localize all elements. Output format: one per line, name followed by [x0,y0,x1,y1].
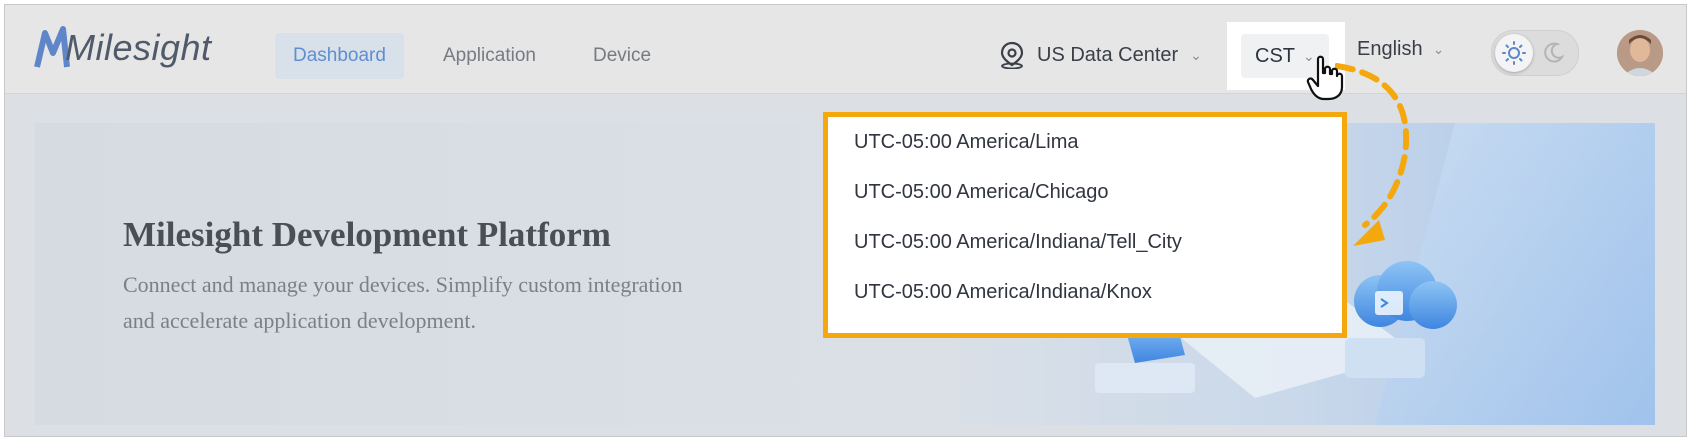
language-selector[interactable]: English ⌄ [1357,38,1444,61]
data-center-label: US Data Center [1037,43,1179,66]
user-avatar[interactable] [1617,30,1663,76]
hero-title: Milesight Development Platform [123,215,611,254]
timezone-option[interactable]: UTC-05:00 America/Indiana/Tell_City [854,231,1182,254]
nav-dashboard[interactable]: Dashboard [275,33,404,79]
nav-device[interactable]: Device [575,33,669,79]
logo-wordmark: Milesight [65,27,212,68]
top-header: Milesight Dashboard Application Device U… [5,5,1686,94]
avatar-image [1617,30,1663,76]
timezone-option[interactable]: UTC-05:00 America/Indiana/Knox [854,281,1152,304]
timezone-dropdown: UTC-05:00 America/Lima UTC-05:00 America… [823,112,1347,338]
theme-toggle[interactable] [1491,30,1579,76]
language-label: English [1357,38,1423,60]
app-window: Milesight Dashboard Application Device U… [4,4,1687,437]
chevron-down-icon: ⌄ [1190,46,1202,63]
chevron-down-icon: ⌄ [1432,41,1445,57]
data-center-selector[interactable]: US Data Center ⌄ [999,38,1202,72]
timezone-label: CST [1255,44,1295,67]
dashed-arrow-icon [1335,63,1410,246]
hand-pointer-icon [1306,55,1344,101]
nav-application[interactable]: Application [425,33,554,79]
theme-knob [1495,34,1533,72]
hero-subtitle: Connect and manage your devices. Simplif… [123,272,683,333]
timezone-option[interactable]: UTC-05:00 America/Chicago [854,181,1109,204]
timezone-option[interactable]: UTC-05:00 America/Lima [854,131,1079,154]
location-pin-icon [1000,41,1024,69]
sun-icon [1502,41,1526,65]
moon-icon [1544,42,1565,63]
